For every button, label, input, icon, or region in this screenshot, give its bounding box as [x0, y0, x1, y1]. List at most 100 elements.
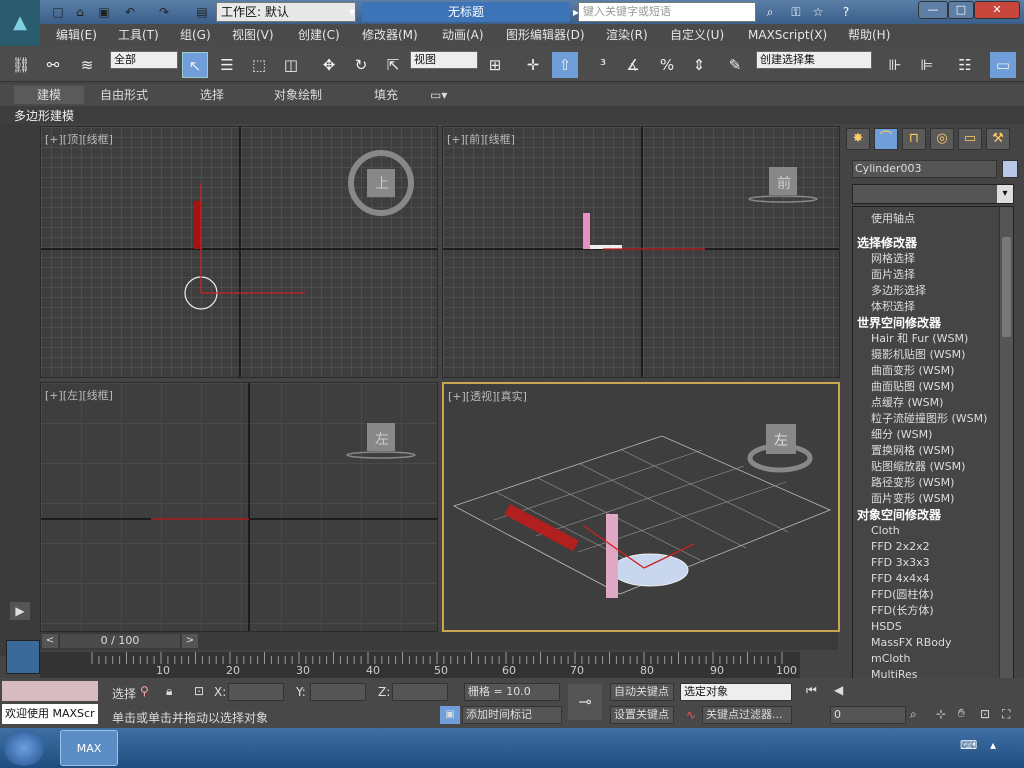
use-pivot-item[interactable]: 使用轴点	[853, 211, 1013, 227]
menu-customize[interactable]: 自定义(U)	[670, 26, 724, 44]
align-icon[interactable]: ⊫	[914, 52, 940, 78]
object-color-swatch[interactable]	[1002, 160, 1018, 178]
help-icon[interactable]: ?	[836, 3, 856, 21]
maxscript-listener-pink[interactable]	[2, 681, 98, 701]
hierarchy-tab-icon[interactable]: ⊓	[902, 128, 926, 150]
menu-modifiers[interactable]: 修改器(M)	[362, 26, 418, 44]
viewport-top-label[interactable]: [+][顶][线框]	[45, 131, 113, 147]
unlink-icon[interactable]: ⚯	[40, 52, 66, 78]
modifier-list-item[interactable]: 细分 (WSM)	[853, 427, 1013, 443]
scale-icon[interactable]: ⇱	[380, 52, 406, 78]
modifier-list-item[interactable]: 曲面变形 (WSM)	[853, 363, 1013, 379]
modify-tab-icon[interactable]: ⌒	[874, 128, 898, 150]
menu-group[interactable]: 组(G)	[180, 26, 211, 44]
z-coordinate-field[interactable]	[392, 683, 448, 701]
lock-selection-icon[interactable]: 🔒︎	[166, 684, 172, 699]
rotate-icon[interactable]: ↻	[348, 52, 374, 78]
select-manipulate-icon[interactable]: ✛	[520, 52, 546, 78]
viewport-perspective[interactable]: [+][透视][真实] 左	[442, 382, 840, 632]
select-by-name-icon[interactable]: ☰	[214, 52, 240, 78]
polygon-modeling-label[interactable]: 多边形建模	[14, 107, 74, 124]
modifier-list-item[interactable]: FFD 3x3x3	[853, 555, 1013, 571]
modifier-list-item[interactable]: mCloth	[853, 651, 1013, 667]
close-button[interactable]: ✕	[974, 1, 1020, 19]
auto-key-button[interactable]: 自动关键点	[610, 683, 674, 701]
modifier-list-item[interactable]: 体积选择	[853, 299, 1013, 315]
modifier-list-item[interactable]: 路径变形 (WSM)	[853, 475, 1013, 491]
key-mode-icon[interactable]: ⊸	[568, 684, 602, 720]
modifier-list-item[interactable]: Hair 和 Fur (WSM)	[853, 331, 1013, 347]
maximize-viewport-icon[interactable]: ⛶	[1002, 707, 1010, 722]
modifier-list-item[interactable]: FFD 2x2x2	[853, 539, 1013, 555]
utilities-tab-icon[interactable]: ⚒	[986, 128, 1010, 150]
ribbon-toggle-icon[interactable]: ▭	[990, 52, 1016, 78]
modifier-list-item[interactable]: FFD(圆柱体)	[853, 587, 1013, 603]
menu-animation[interactable]: 动画(A)	[442, 26, 484, 44]
dropdown-arrow-icon[interactable]: ▾	[997, 185, 1013, 203]
show-desktop-icon[interactable]: ▴	[990, 738, 996, 752]
modifier-list-item[interactable]: 贴图缩放器 (WSM)	[853, 459, 1013, 475]
minimize-button[interactable]: —	[918, 1, 948, 19]
bind-spacewarp-icon[interactable]: ≋	[74, 52, 100, 78]
tab-modeling[interactable]: 建模	[14, 86, 84, 104]
modifier-list-scrollbar[interactable]	[999, 207, 1013, 705]
viewcube-front-label[interactable]: 前	[777, 173, 791, 193]
modifier-list-item[interactable]: HSDS	[853, 619, 1013, 635]
key-filters-button[interactable]: 关键点过滤器...	[702, 706, 792, 724]
modifier-list-dropdown[interactable]: ▾	[852, 184, 1014, 204]
angle-snap-icon[interactable]: ∡	[620, 52, 646, 78]
search-input[interactable]: 键入关键字或短语	[578, 2, 756, 22]
key-icon[interactable]: ⚿	[786, 3, 806, 21]
menu-graph-editors[interactable]: 图形编辑器(D)	[506, 26, 585, 44]
undo-icon[interactable]: ↶	[120, 3, 140, 21]
modifier-list-item[interactable]: 网格选择	[853, 251, 1013, 267]
reference-coordinate-select[interactable]: 视图	[410, 51, 478, 69]
motion-tab-icon[interactable]: ◎	[930, 128, 954, 150]
menu-tools[interactable]: 工具(T)	[118, 26, 159, 44]
current-frame-field[interactable]: 0	[830, 706, 906, 724]
play-arrow-icon[interactable]: ▶	[10, 602, 30, 620]
track-bar[interactable]: 10 20 30 40 50 60 70 80 90 100	[40, 652, 800, 678]
key-set-select[interactable]: 选定对象	[680, 683, 792, 701]
layer-manager-icon[interactable]: ☷	[952, 52, 978, 78]
modifier-list-item[interactable]: 多边形选择	[853, 283, 1013, 299]
go-to-start-icon[interactable]: ⏮	[806, 683, 817, 698]
object-name-field[interactable]: Cylinder003	[852, 160, 997, 178]
windows-start-icon[interactable]	[4, 730, 44, 766]
percent-snap-icon[interactable]: %	[654, 52, 680, 78]
edit-named-selection-icon[interactable]: ✎	[722, 52, 748, 78]
add-time-tag[interactable]: 添加时间标记	[462, 706, 562, 724]
modifier-list-item[interactable]: 曲面贴图 (WSM)	[853, 379, 1013, 395]
key-filter-curve-icon[interactable]: ∿	[682, 706, 700, 724]
taskbar-max-app[interactable]: MAX	[60, 730, 118, 766]
viewport-layout-icon[interactable]	[6, 640, 40, 674]
display-tab-icon[interactable]: ▭	[958, 128, 982, 150]
modifier-list-item[interactable]: FFD 4x4x4	[853, 571, 1013, 587]
tab-object-paint[interactable]: 对象绘制	[274, 86, 322, 104]
spinner-snap-icon[interactable]: ⇕	[686, 52, 712, 78]
viewport-front-label[interactable]: [+][前][线框]	[447, 131, 515, 147]
ribbon-options-icon[interactable]: ▭▾	[430, 86, 447, 104]
save-icon[interactable]: ▣	[94, 3, 114, 21]
viewcube-top-label[interactable]: 上	[375, 173, 389, 193]
menu-edit[interactable]: 编辑(E)	[56, 26, 97, 44]
viewport-top[interactable]: [+][顶][线框] 上	[40, 126, 438, 378]
prev-frame-icon[interactable]: <	[42, 634, 58, 648]
modifier-list-item[interactable]: Cloth	[853, 523, 1013, 539]
modifier-list-item[interactable]: 面片选择	[853, 267, 1013, 283]
modifier-list-item[interactable]: 点缓存 (WSM)	[853, 395, 1013, 411]
binoculars-icon[interactable]: ⌕	[760, 3, 780, 21]
workspace-dropdown-icon[interactable]: ▾	[342, 3, 362, 21]
modifier-list-item[interactable]: 面片变形 (WSM)	[853, 491, 1013, 507]
viewport-left[interactable]: [+][左][线框] 左	[40, 382, 438, 632]
viewcube-persp-label[interactable]: 左	[774, 430, 788, 450]
time-tag-icon[interactable]: ▣	[440, 706, 460, 724]
maxscript-welcome[interactable]: 欢迎使用 MAXScr	[2, 704, 98, 724]
star-icon[interactable]: ☆	[808, 3, 828, 21]
menu-view[interactable]: 视图(V)	[232, 26, 274, 44]
keyboard-tray-icon[interactable]: ⌨	[960, 738, 977, 752]
modifier-list-item[interactable]: FFD(长方体)	[853, 603, 1013, 619]
snaps-toggle-icon[interactable]: ³	[590, 52, 616, 78]
tab-populate[interactable]: 填充	[374, 86, 398, 104]
tab-selection[interactable]: 选择	[200, 86, 224, 104]
